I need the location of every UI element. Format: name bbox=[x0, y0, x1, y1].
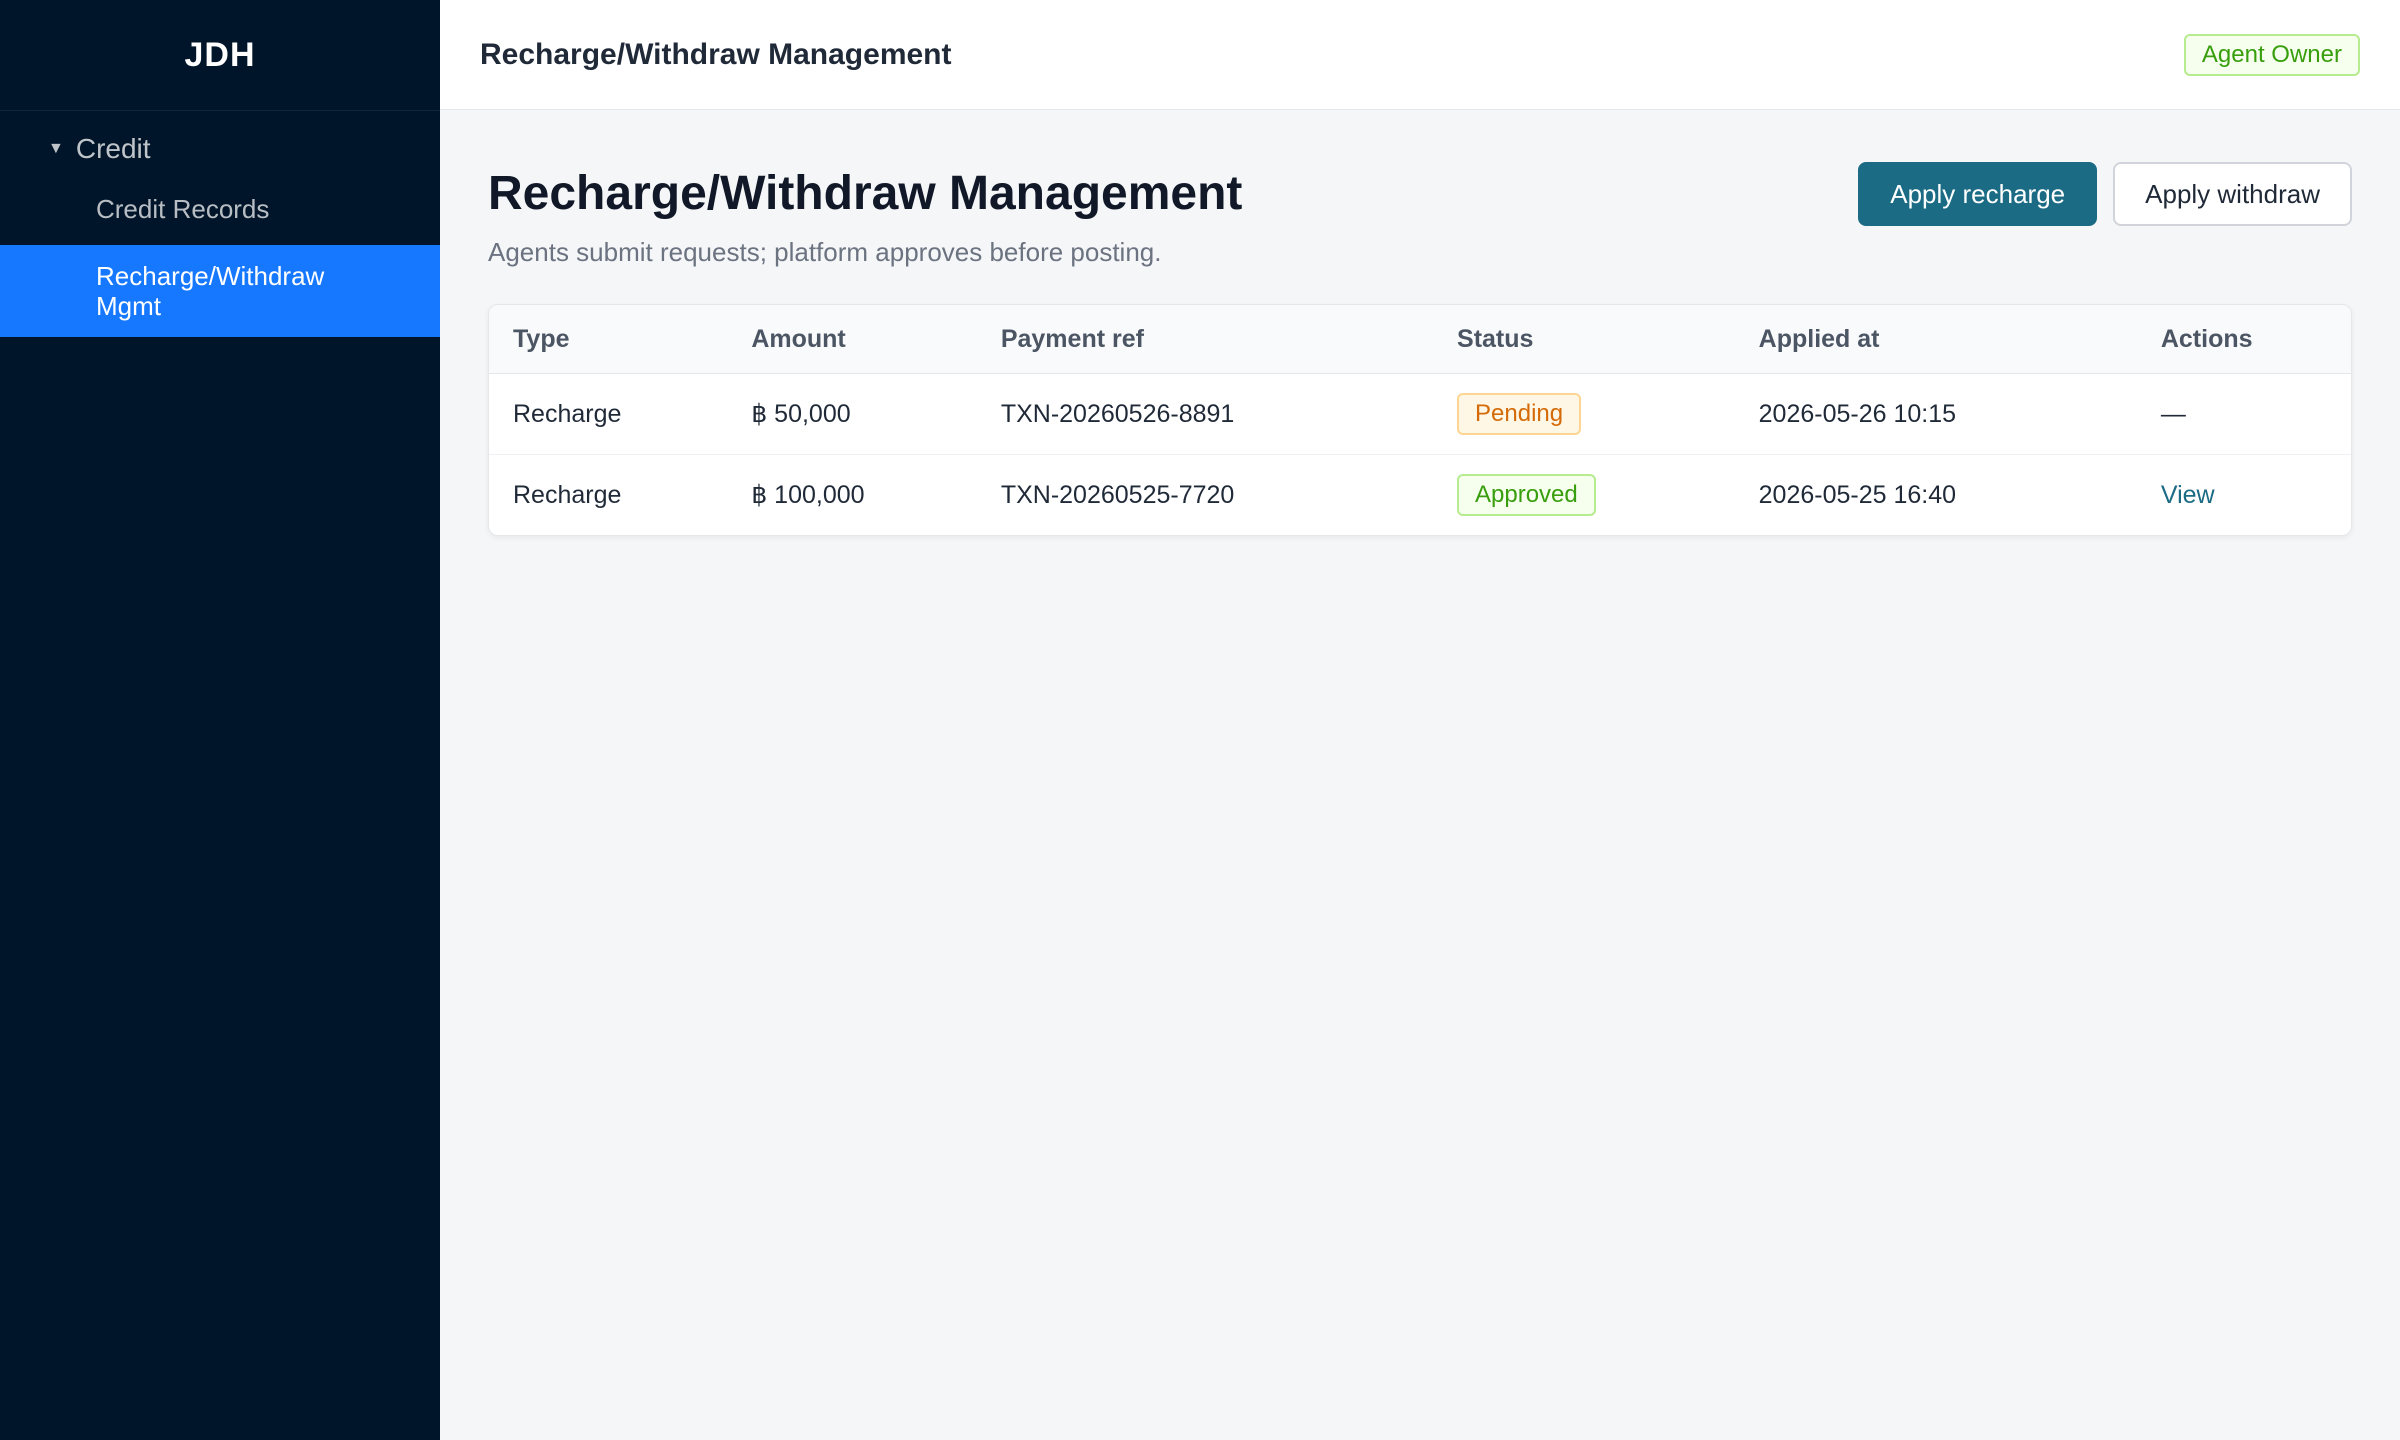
requests-table-card: Type Amount Payment ref Status Applied a… bbox=[488, 304, 2352, 536]
column-header-amount: Amount bbox=[727, 305, 977, 374]
cell-payment-ref: TXN-20260526-8891 bbox=[976, 373, 1434, 455]
app-shell: JDH ▼ Credit Credit Records Recharge/Wit… bbox=[0, 0, 2400, 1440]
topbar-title: Recharge/Withdraw Management bbox=[480, 37, 952, 71]
cell-amount: ฿ 100,000 bbox=[751, 481, 865, 509]
sidebar: JDH ▼ Credit Credit Records Recharge/Wit… bbox=[0, 0, 440, 1440]
table-header-row: Type Amount Payment ref Status Applied a… bbox=[489, 305, 2351, 374]
cell-type: Recharge bbox=[513, 480, 622, 509]
column-header-payment-ref: Payment ref bbox=[976, 305, 1434, 374]
cell-action-none: — bbox=[2136, 373, 2351, 455]
table-row: Recharge ฿ 100,000 TXN-20260525-7720 App… bbox=[489, 455, 2351, 536]
sidebar-group-credit[interactable]: ▼ Credit bbox=[0, 111, 440, 187]
sidebar-item-recharge-withdraw[interactable]: Recharge/Withdraw Mgmt bbox=[0, 245, 440, 337]
page-header: Recharge/Withdraw Management Agents subm… bbox=[488, 154, 2352, 268]
apply-withdraw-button[interactable]: Apply withdraw bbox=[2113, 162, 2352, 226]
column-header-status: Status bbox=[1433, 305, 1735, 374]
caret-down-icon: ▼ bbox=[48, 140, 64, 157]
column-header-actions: Actions bbox=[2136, 305, 2351, 374]
sidebar-item-label: Credit Records bbox=[96, 193, 270, 224]
page-content: Recharge/Withdraw Management Agents subm… bbox=[440, 110, 2400, 536]
view-link[interactable]: View bbox=[2161, 481, 2215, 509]
requests-table: Type Amount Payment ref Status Applied a… bbox=[489, 305, 2351, 535]
cell-amount: ฿ 50,000 bbox=[727, 373, 977, 455]
table-row: Recharge ฿ 50,000 TXN-20260526-8891 Pend… bbox=[489, 373, 2351, 455]
sidebar-group-label: Credit bbox=[75, 133, 151, 164]
topbar: Recharge/Withdraw Management Agent Owner bbox=[440, 0, 2400, 110]
cell-applied-at: 2026-05-25 16:40 bbox=[1758, 480, 1957, 509]
role-badge: Agent Owner bbox=[2183, 33, 2360, 76]
cell-status: Pending bbox=[1433, 373, 1735, 455]
page-heading-block: Recharge/Withdraw Management Agents subm… bbox=[488, 154, 1242, 268]
cell-payment-ref: TXN-20260525-7720 bbox=[1000, 480, 1235, 509]
apply-recharge-button[interactable]: Apply recharge bbox=[1858, 162, 2098, 226]
column-header-type: Type bbox=[489, 305, 728, 374]
cell-applied-at: 2026-05-26 10:15 bbox=[1734, 373, 2137, 455]
status-badge-approved: Approved bbox=[1457, 474, 1596, 516]
main-area: Recharge/Withdraw Management Agent Owner… bbox=[440, 0, 2400, 1440]
sidebar-item-credit-records[interactable]: Credit Records bbox=[0, 187, 440, 231]
cell-type: Recharge bbox=[489, 373, 728, 455]
page-title: Recharge/Withdraw Management bbox=[488, 167, 1243, 220]
sidebar-item-label: Recharge/Withdraw Mgmt bbox=[96, 261, 325, 321]
cell-action: View bbox=[2137, 455, 2351, 536]
column-header-applied-at: Applied at bbox=[1734, 305, 2137, 374]
page-subtitle: Agents submit requests; platform approve… bbox=[488, 237, 1162, 267]
brand-logo: JDH bbox=[0, 0, 440, 111]
cell-status: Approved bbox=[1433, 455, 1735, 536]
page-actions: Apply recharge Apply withdraw bbox=[1858, 162, 2352, 226]
status-badge-pending: Pending bbox=[1457, 393, 1582, 435]
